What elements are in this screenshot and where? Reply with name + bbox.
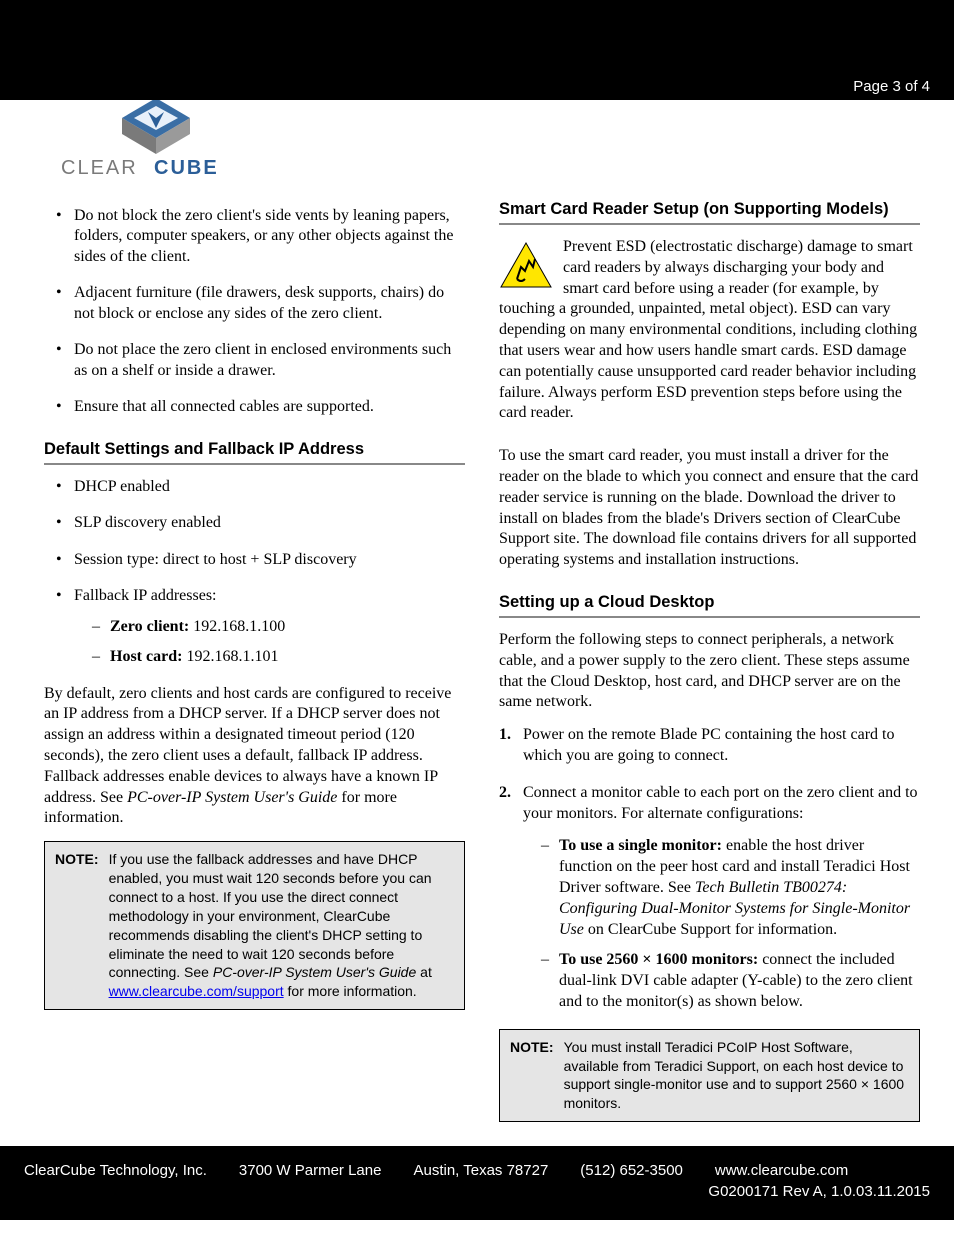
note-text: If you use the fallback addresses and ha…: [109, 851, 432, 980]
fallback-paragraph: By default, zero clients and host cards …: [44, 684, 465, 830]
brand-logo: CLEAR CUBE: [0, 94, 954, 190]
footer-revision: G0200171 Rev A, 1.0.03.11.2015: [24, 1183, 930, 1200]
esd-block: Prevent ESD (electrostatic discharge) da…: [499, 237, 920, 436]
footer-company: ClearCube Technology, Inc.: [24, 1162, 207, 1179]
note-label: NOTE:: [510, 1038, 554, 1114]
step2-sublist: To use a single monitor: enable the host…: [523, 836, 920, 1012]
sub-bold: To use a single monitor:: [559, 837, 722, 854]
bullet-item: DHCP enabled: [56, 477, 465, 497]
note-text: for more information.: [284, 983, 417, 999]
sub-item: To use a single monitor: enable the host…: [541, 836, 920, 940]
host-card-label: Host card:: [110, 648, 182, 665]
support-link[interactable]: www.clearcube.com/support: [109, 983, 284, 999]
step-item: Power on the remote Blade PC containing …: [499, 725, 920, 767]
footer-phone: (512) 652-3500: [580, 1162, 683, 1179]
note-text: at: [416, 964, 432, 980]
page-number: Page 3 of 4: [853, 78, 930, 95]
setup-steps: Power on the remote Blade PC containing …: [499, 725, 920, 1013]
bullet-item: Fallback IP addresses: Zero client: 192.…: [56, 586, 465, 667]
esd-warning-icon: [499, 241, 553, 291]
footer-address1: 3700 W Parmer Lane: [239, 1162, 382, 1179]
bullet-item: Adjacent furniture (file drawers, desk s…: [56, 283, 465, 324]
note-body: You must install Teradici PCoIP Host Sof…: [564, 1038, 909, 1114]
bullet-item: Do not block the zero client's side vent…: [56, 206, 465, 267]
footer-bar: ClearCube Technology, Inc. 3700 W Parmer…: [0, 1146, 954, 1220]
bullet-item: Session type: direct to host + SLP disco…: [56, 550, 465, 570]
section-default-settings: Default Settings and Fallback IP Address: [44, 440, 465, 465]
cloud-intro: Perform the following steps to connect p…: [499, 630, 920, 713]
fallback-label: Fallback IP addresses:: [74, 587, 216, 604]
note-box-dhcp: NOTE: If you use the fallback addresses …: [44, 841, 465, 1010]
clearcube-logo-icon: CLEAR CUBE: [56, 94, 256, 182]
header-bar: Page 3 of 4: [0, 0, 954, 100]
note-box-teradici: NOTE: You must install Teradici PCoIP Ho…: [499, 1029, 920, 1123]
zero-client-label: Zero client:: [110, 618, 189, 635]
sub-text: on ClearCube Support for information.: [584, 921, 837, 938]
bullet-item: Do not place the zero client in enclosed…: [56, 340, 465, 381]
note-body: If you use the fallback addresses and ha…: [109, 850, 454, 1001]
zero-client-ip: 192.168.1.100: [189, 618, 285, 635]
para-text: By default, zero clients and host cards …: [44, 685, 451, 806]
footer-url: www.clearcube.com: [715, 1162, 848, 1179]
sub-bold: To use 2560 × 1600 monitors:: [559, 951, 758, 968]
defaults-bullets: DHCP enabled SLP discovery enabled Sessi…: [44, 477, 465, 668]
note-label: NOTE:: [55, 850, 99, 1001]
note-italic: PC-over-IP System User's Guide: [213, 964, 416, 980]
section-cloud-desktop: Setting up a Cloud Desktop: [499, 593, 920, 618]
step-item: Connect a monitor cable to each port on …: [499, 783, 920, 1013]
bullet-item: SLP discovery enabled: [56, 513, 465, 533]
sub-item: To use 2560 × 1600 monitors: connect the…: [541, 950, 920, 1012]
host-card-ip: 192.168.1.101: [182, 648, 278, 665]
sub-item: Host card: 192.168.1.101: [92, 647, 465, 667]
esd-paragraph: Prevent ESD (electrostatic discharge) da…: [499, 237, 920, 424]
section-smart-card: Smart Card Reader Setup (on Supporting M…: [499, 200, 920, 225]
logo-text-cube: CUBE: [154, 157, 219, 179]
fallback-sublist: Zero client: 192.168.1.100 Host card: 19…: [74, 617, 465, 668]
left-column: Do not block the zero client's side vent…: [44, 200, 465, 1122]
right-column: Smart Card Reader Setup (on Supporting M…: [499, 200, 920, 1122]
footer-address2: Austin, Texas 78727: [413, 1162, 548, 1179]
step-text: Connect a monitor cable to each port on …: [523, 784, 918, 822]
logo-text-clear: CLEAR: [61, 157, 138, 179]
sub-item: Zero client: 192.168.1.100: [92, 617, 465, 637]
driver-paragraph: To use the smart card reader, you must i…: [499, 446, 920, 571]
para-italic: PC-over-IP System User's Guide: [127, 789, 337, 806]
placement-bullets: Do not block the zero client's side vent…: [44, 206, 465, 418]
bullet-item: Ensure that all connected cables are sup…: [56, 397, 465, 417]
